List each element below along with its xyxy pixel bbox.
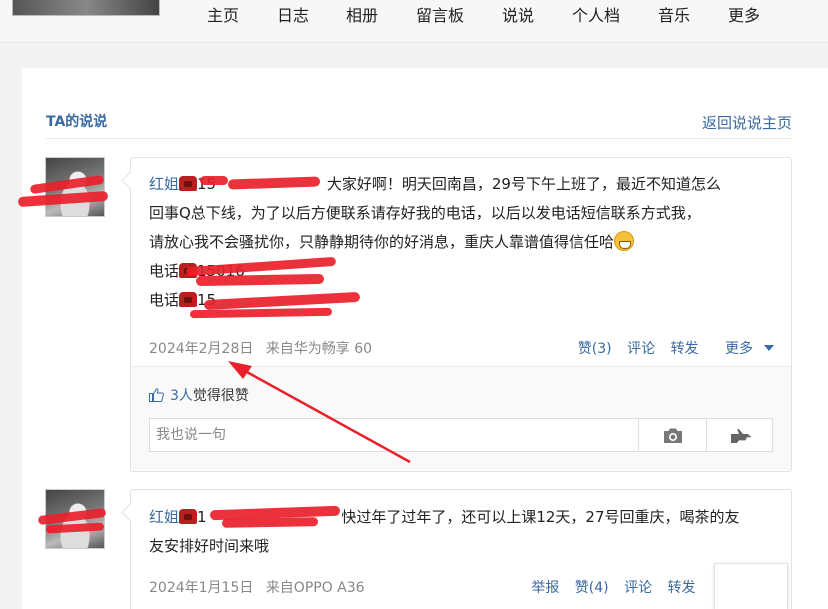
shuoshuo-panel: TA的说说 返回说说主页 红姐15 大家好啊！明天回南昌，29号下午上班了，最近… xyxy=(22,68,828,609)
nav-item-shuoshuo[interactable]: 说说 xyxy=(502,2,534,26)
phone-icon xyxy=(179,509,198,524)
nav-item-home[interactable]: 主页 xyxy=(207,2,239,26)
post-feedback: 3人觉得很赞 xyxy=(131,366,791,470)
like-button[interactable]: 赞(4) xyxy=(575,580,609,596)
likes-count[interactable]: 3人 xyxy=(170,388,193,404)
profile-avatar[interactable] xyxy=(12,0,160,16)
forward-button[interactable]: 转发 xyxy=(671,341,699,357)
nav-item-profile[interactable]: 个人档 xyxy=(572,2,620,26)
grin-emoji-icon xyxy=(614,231,635,251)
post-text-line: 友安排好时间来哦 xyxy=(149,537,270,555)
back-to-shuoshuo-link[interactable]: 返回说说主页 xyxy=(702,112,792,133)
more-dropdown-anchor[interactable] xyxy=(714,563,788,609)
post-source: 来自OPPO A36 xyxy=(265,580,365,596)
post-author[interactable]: 红姐 xyxy=(149,508,179,526)
likes-suffix: 觉得很赞 xyxy=(192,388,249,404)
forward-button[interactable]: 转发 xyxy=(668,580,696,596)
redaction-mark xyxy=(200,176,228,185)
post-text-line: 请放心我不会骚扰你，只静静期待你的好消息，重庆人靠谱值得信任哈 xyxy=(149,233,615,251)
post-meta: 2024年1月15日 来自OPPO A36 xyxy=(149,577,365,597)
likes-summary: 3人觉得很赞 xyxy=(149,385,249,405)
comment-box xyxy=(149,418,773,452)
phone-icon xyxy=(179,176,198,191)
nav-item-album[interactable]: 相册 xyxy=(346,2,378,26)
comment-button[interactable]: 评论 xyxy=(624,580,652,596)
author-phone-fragment: 1 xyxy=(197,508,207,526)
post-date: 2024年1月15日 xyxy=(149,580,254,596)
caret-down-icon xyxy=(764,345,774,351)
nav-item-more[interactable]: 更多 xyxy=(728,2,760,26)
post-author[interactable]: 红姐 xyxy=(149,175,179,193)
section-title: TA的说说 xyxy=(46,114,108,130)
post-content: 红姐15 大家好啊！明天回南昌，29号下午上班了，最近不知道怎么 回事Q总下线，… xyxy=(149,170,721,315)
nav-item-guestbook[interactable]: 留言板 xyxy=(416,2,464,26)
top-navbar: 主页 日志 相册 留言板 说说 个人档 音乐 更多 xyxy=(0,0,828,43)
post-card: 红姐 1 快过年了过年了，还可以上课12天，27号回重庆，喝茶的友 友安排好时间来… xyxy=(130,489,792,609)
divider xyxy=(46,138,792,139)
post-actions: 赞(3) 评论 转发 更多 xyxy=(567,338,774,358)
report-button[interactable]: 举报 xyxy=(531,580,559,596)
thumbs-up-icon xyxy=(149,388,164,402)
like-button[interactable]: 赞(3) xyxy=(578,341,612,357)
phone-label: 电话 xyxy=(149,291,180,309)
nav-item-blog[interactable]: 日志 xyxy=(277,2,309,26)
phone-label: 电话 xyxy=(149,262,180,280)
post-text-line: 大家好啊！明天回南昌，29号下午上班了，最近不知道怎么 xyxy=(326,175,721,193)
comment-button[interactable]: 评论 xyxy=(627,341,655,357)
more-label: 更多 xyxy=(725,341,753,357)
photo-button[interactable] xyxy=(638,419,706,451)
pointing-hand-icon xyxy=(730,428,751,443)
post-source: 来自华为畅享 60 xyxy=(265,341,373,357)
camera-icon xyxy=(663,428,682,443)
post-meta: 2024年2月28日 来自华为畅享 60 xyxy=(149,338,372,358)
post-text-line: 回事Q总下线，为了以后方便联系请存好我的电话，以后以发电话短信联系方式我， xyxy=(149,204,701,222)
post-text-line: 快过年了过年了，还可以上课12天，27号回重庆，喝茶的友 xyxy=(341,508,740,526)
redaction-mark xyxy=(221,517,319,528)
mention-button[interactable] xyxy=(706,419,774,451)
nav-item-music[interactable]: 音乐 xyxy=(658,2,690,26)
more-button[interactable]: 更多 xyxy=(714,341,774,357)
comment-input[interactable] xyxy=(150,419,638,451)
phone-icon xyxy=(179,292,198,307)
post-date: 2024年2月28日 xyxy=(149,341,254,357)
